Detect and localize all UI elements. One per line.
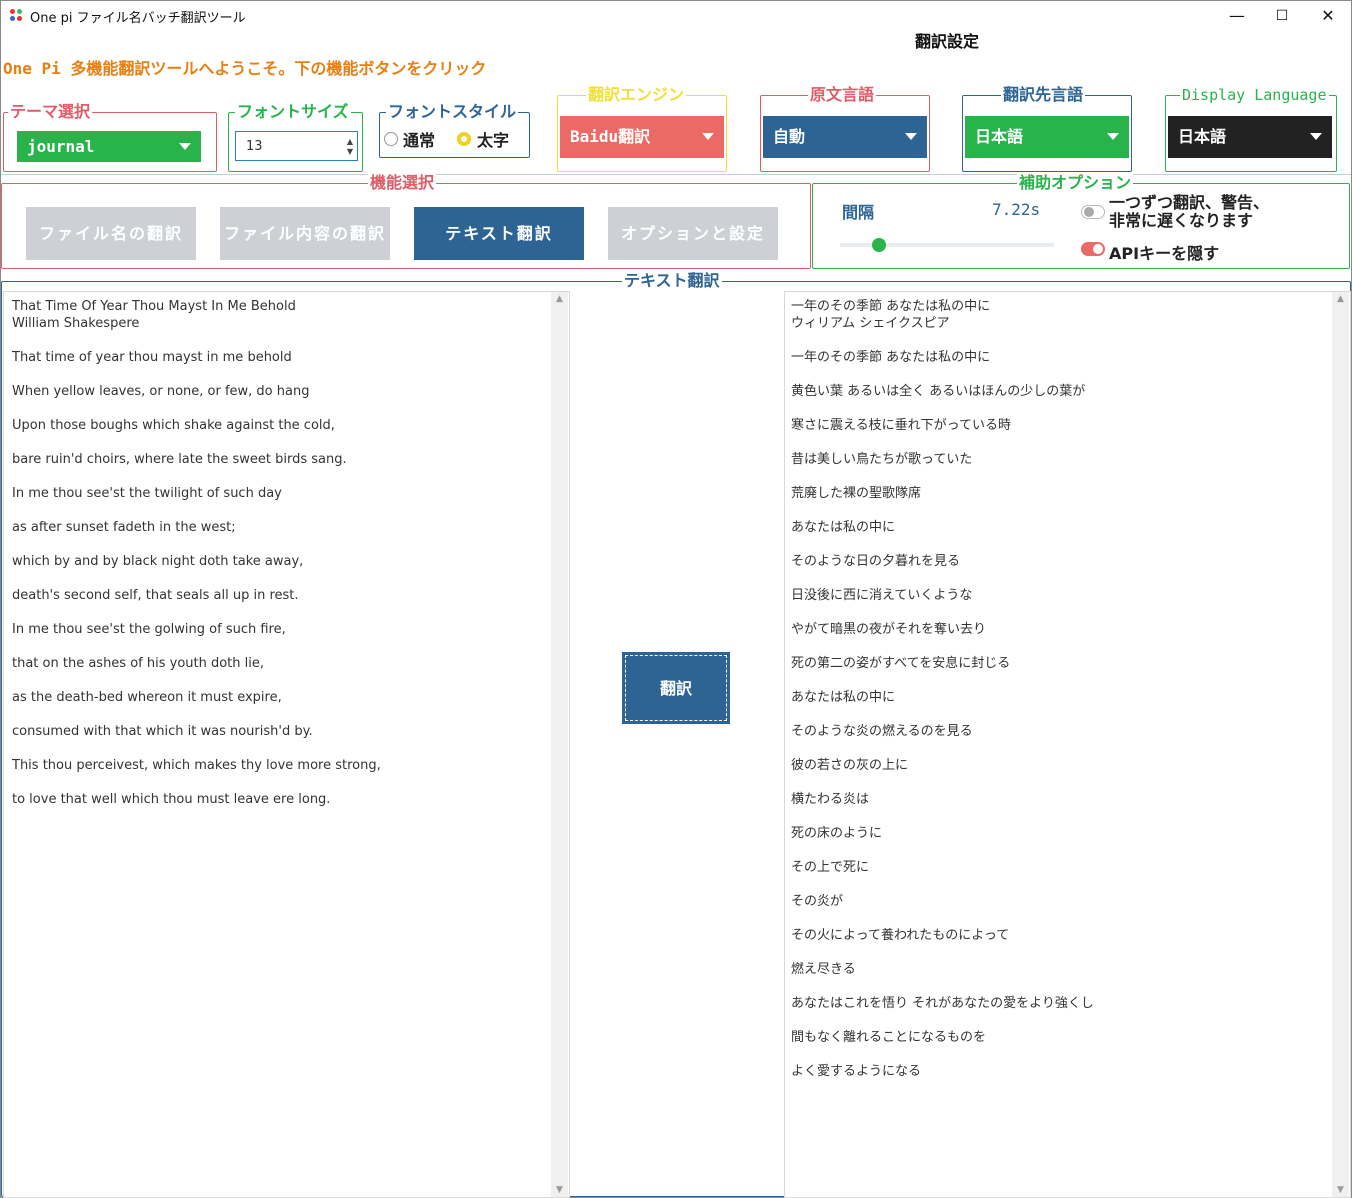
font-size-stepper[interactable]: 13 ▲ ▼ <box>235 131 358 161</box>
engine-dropdown[interactable]: Baidu翻訳 <box>560 116 724 158</box>
source-lang-value: 自動 <box>773 127 806 146</box>
settings-title: 翻訳設定 <box>914 32 979 51</box>
display-lang-group: Display Language 日本語 <box>1165 84 1337 172</box>
one-by-one-line1: 一つずつ翻訳、警告、 <box>1109 193 1270 212</box>
stepper-down-icon[interactable]: ▼ <box>347 148 353 156</box>
file-name-translate-button[interactable]: ファイル名の翻訳 <box>26 207 196 260</box>
chevron-down-icon <box>1310 133 1322 140</box>
target-lang-value: 日本語 <box>975 127 1024 146</box>
maximize-button[interactable]: ☐ <box>1259 1 1305 31</box>
theme-group: テーマ選択 journal <box>3 101 217 172</box>
target-lang-dropdown[interactable]: 日本語 <box>965 116 1129 158</box>
engine-value: Baidu翻訳 <box>570 127 651 146</box>
hide-api-label: APIキーを隠す <box>1109 244 1220 263</box>
display-lang-dropdown[interactable]: 日本語 <box>1168 116 1332 158</box>
one-by-one-line2: 非常に遅くなります <box>1109 211 1254 230</box>
scroll-down-icon[interactable]: ▼ <box>1332 1185 1349 1195</box>
interval-label: 間隔 <box>842 203 875 222</box>
app-icon <box>10 9 24 23</box>
stepper-up-icon[interactable]: ▲ <box>347 138 353 146</box>
aux-options-label: 補助オプション <box>1017 172 1134 194</box>
engine-label: 翻訳エンジン <box>586 84 687 106</box>
theme-label: テーマ選択 <box>8 101 93 123</box>
window-title: One pi ファイル名バッチ翻訳ツール <box>30 11 246 26</box>
scroll-up-icon[interactable]: ▲ <box>1332 294 1349 304</box>
radio-normal[interactable] <box>384 132 398 146</box>
interval-slider[interactable] <box>840 238 1054 252</box>
scroll-up-icon[interactable]: ▲ <box>551 294 568 304</box>
slider-handle[interactable] <box>872 238 886 252</box>
engine-group: 翻訳エンジン Baidu翻訳 <box>557 84 727 172</box>
radio-normal-label: 通常 <box>403 131 436 150</box>
one-by-one-label: 一つずつ翻訳、警告、 非常に遅くなります <box>1109 194 1269 230</box>
display-lang-value: 日本語 <box>1178 127 1227 146</box>
target-lang-label: 翻訳先言語 <box>1001 84 1086 106</box>
source-text-area[interactable]: That Time Of Year Thou Mayst In Me Behol… <box>3 291 570 1198</box>
scroll-down-icon[interactable]: ▼ <box>551 1185 568 1195</box>
function-select-label: 機能選択 <box>368 172 437 194</box>
divider <box>1 174 1351 175</box>
chevron-down-icon <box>702 133 714 140</box>
chevron-down-icon <box>905 133 917 140</box>
radio-bold[interactable] <box>457 132 471 146</box>
result-scrollbar[interactable]: ▲ ▼ <box>1332 292 1349 1197</box>
font-size-label: フォントサイズ <box>235 101 351 123</box>
aux-options-group: 補助オプション <box>812 172 1350 269</box>
source-scrollbar[interactable]: ▲ ▼ <box>551 292 568 1197</box>
theme-value: journal <box>27 137 95 156</box>
chevron-down-icon <box>1107 133 1119 140</box>
hide-api-toggle[interactable] <box>1081 242 1105 256</box>
translate-button[interactable]: 翻訳 <box>622 652 730 724</box>
result-text-area[interactable]: 一年のその季節 あなたは私の中に ウィリアム シェイクスピア 一年のその季節 あ… <box>784 291 1351 1198</box>
one-by-one-toggle[interactable] <box>1081 205 1105 219</box>
font-size-group: フォントサイズ 13 ▲ ▼ <box>228 101 363 172</box>
source-lang-label: 原文言語 <box>808 84 877 106</box>
options-settings-button[interactable]: オプションと設定 <box>608 207 778 260</box>
radio-bold-label: 太字 <box>477 131 510 150</box>
chevron-down-icon <box>179 143 191 150</box>
close-button[interactable]: ✕ <box>1305 1 1351 31</box>
text-translate-label: テキスト翻訳 <box>622 270 722 292</box>
theme-dropdown[interactable]: journal <box>17 131 201 162</box>
minimize-button[interactable]: — <box>1214 1 1260 31</box>
font-size-value: 13 <box>246 139 263 154</box>
welcome-message: One Pi 多機能翻訳ツールへようこそ。下の機能ボタンをクリック <box>3 59 487 78</box>
source-lang-group: 原文言語 自動 <box>760 84 930 172</box>
file-content-translate-button[interactable]: ファイル内容の翻訳 <box>220 207 390 260</box>
translate-button-label: 翻訳 <box>625 655 727 721</box>
interval-value: 7.22s <box>992 200 1041 219</box>
text-translate-button[interactable]: テキスト翻訳 <box>414 207 584 260</box>
source-text: That Time Of Year Thou Mayst In Me Behol… <box>12 299 381 807</box>
font-style-label: フォントスタイル <box>386 101 519 123</box>
source-lang-dropdown[interactable]: 自動 <box>763 116 927 158</box>
result-text: 一年のその季節 あなたは私の中に ウィリアム シェイクスピア 一年のその季節 あ… <box>791 299 1094 1079</box>
font-style-group: フォントスタイル 通常 太字 <box>379 101 530 158</box>
target-lang-group: 翻訳先言語 日本語 <box>962 84 1132 172</box>
display-lang-label: Display Language <box>1180 84 1329 106</box>
